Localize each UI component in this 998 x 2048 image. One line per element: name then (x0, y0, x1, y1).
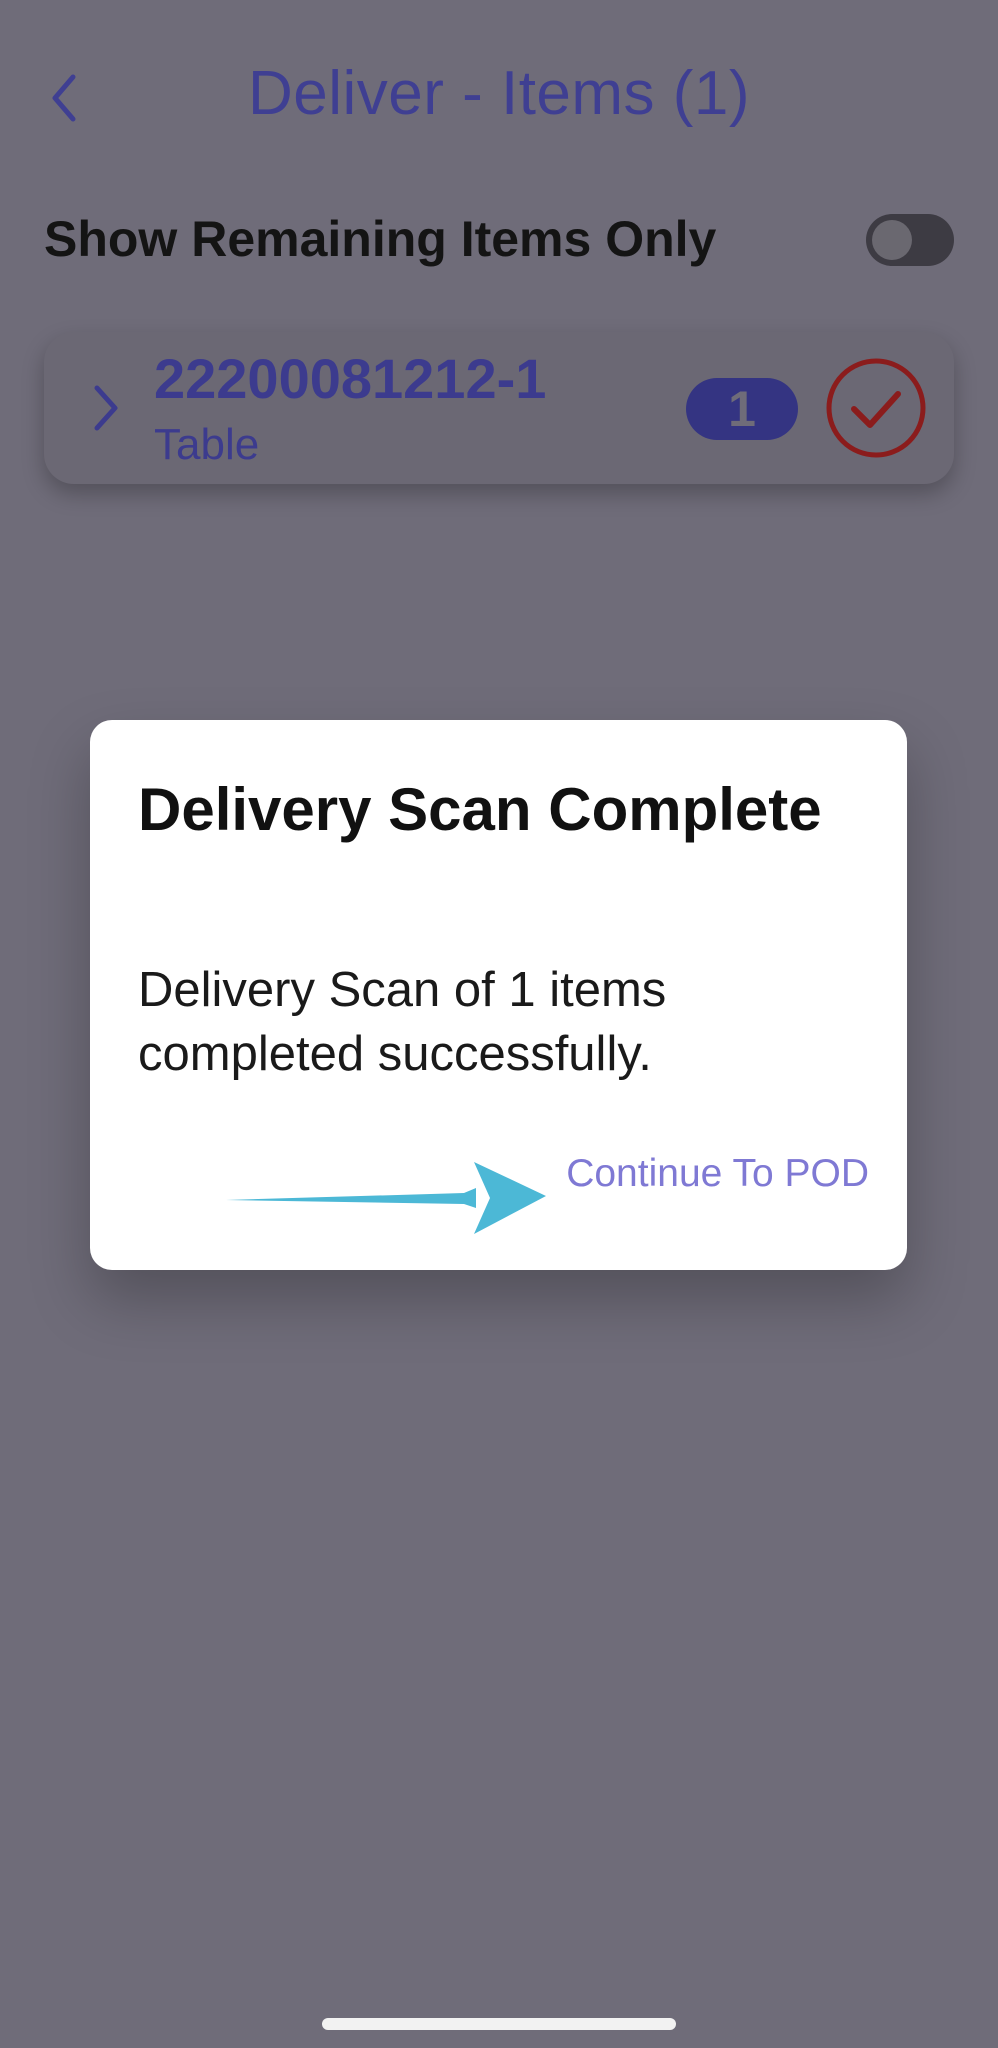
delivery-items-screen: Deliver - Items (1) Show Remaining Items… (0, 0, 998, 2048)
item-count-badge: 1 (686, 378, 798, 440)
chevron-right-icon (94, 385, 118, 431)
dialog-title: Delivery Scan Complete (138, 776, 822, 843)
expand-item-button[interactable] (84, 382, 128, 434)
item-id: 22200081212-1 (154, 347, 547, 410)
home-indicator[interactable] (322, 2018, 676, 2030)
toggle-knob (872, 220, 912, 260)
dialog-message: Delivery Scan of 1 items completed succe… (138, 963, 667, 1081)
check-circle-icon (826, 358, 926, 458)
delivery-scan-complete-dialog: Delivery Scan Complete Delivery Scan of … (90, 720, 907, 1270)
page-title: Deliver - Items (1) (247, 59, 751, 128)
continue-to-pod-button[interactable]: Continue To POD (566, 1152, 869, 1196)
show-remaining-toggle[interactable] (866, 214, 954, 266)
show-remaining-label: Show Remaining Items Only (44, 211, 717, 267)
item-card[interactable]: 22200081212-1 Table 1 (44, 332, 954, 484)
item-description: Table (154, 420, 260, 469)
